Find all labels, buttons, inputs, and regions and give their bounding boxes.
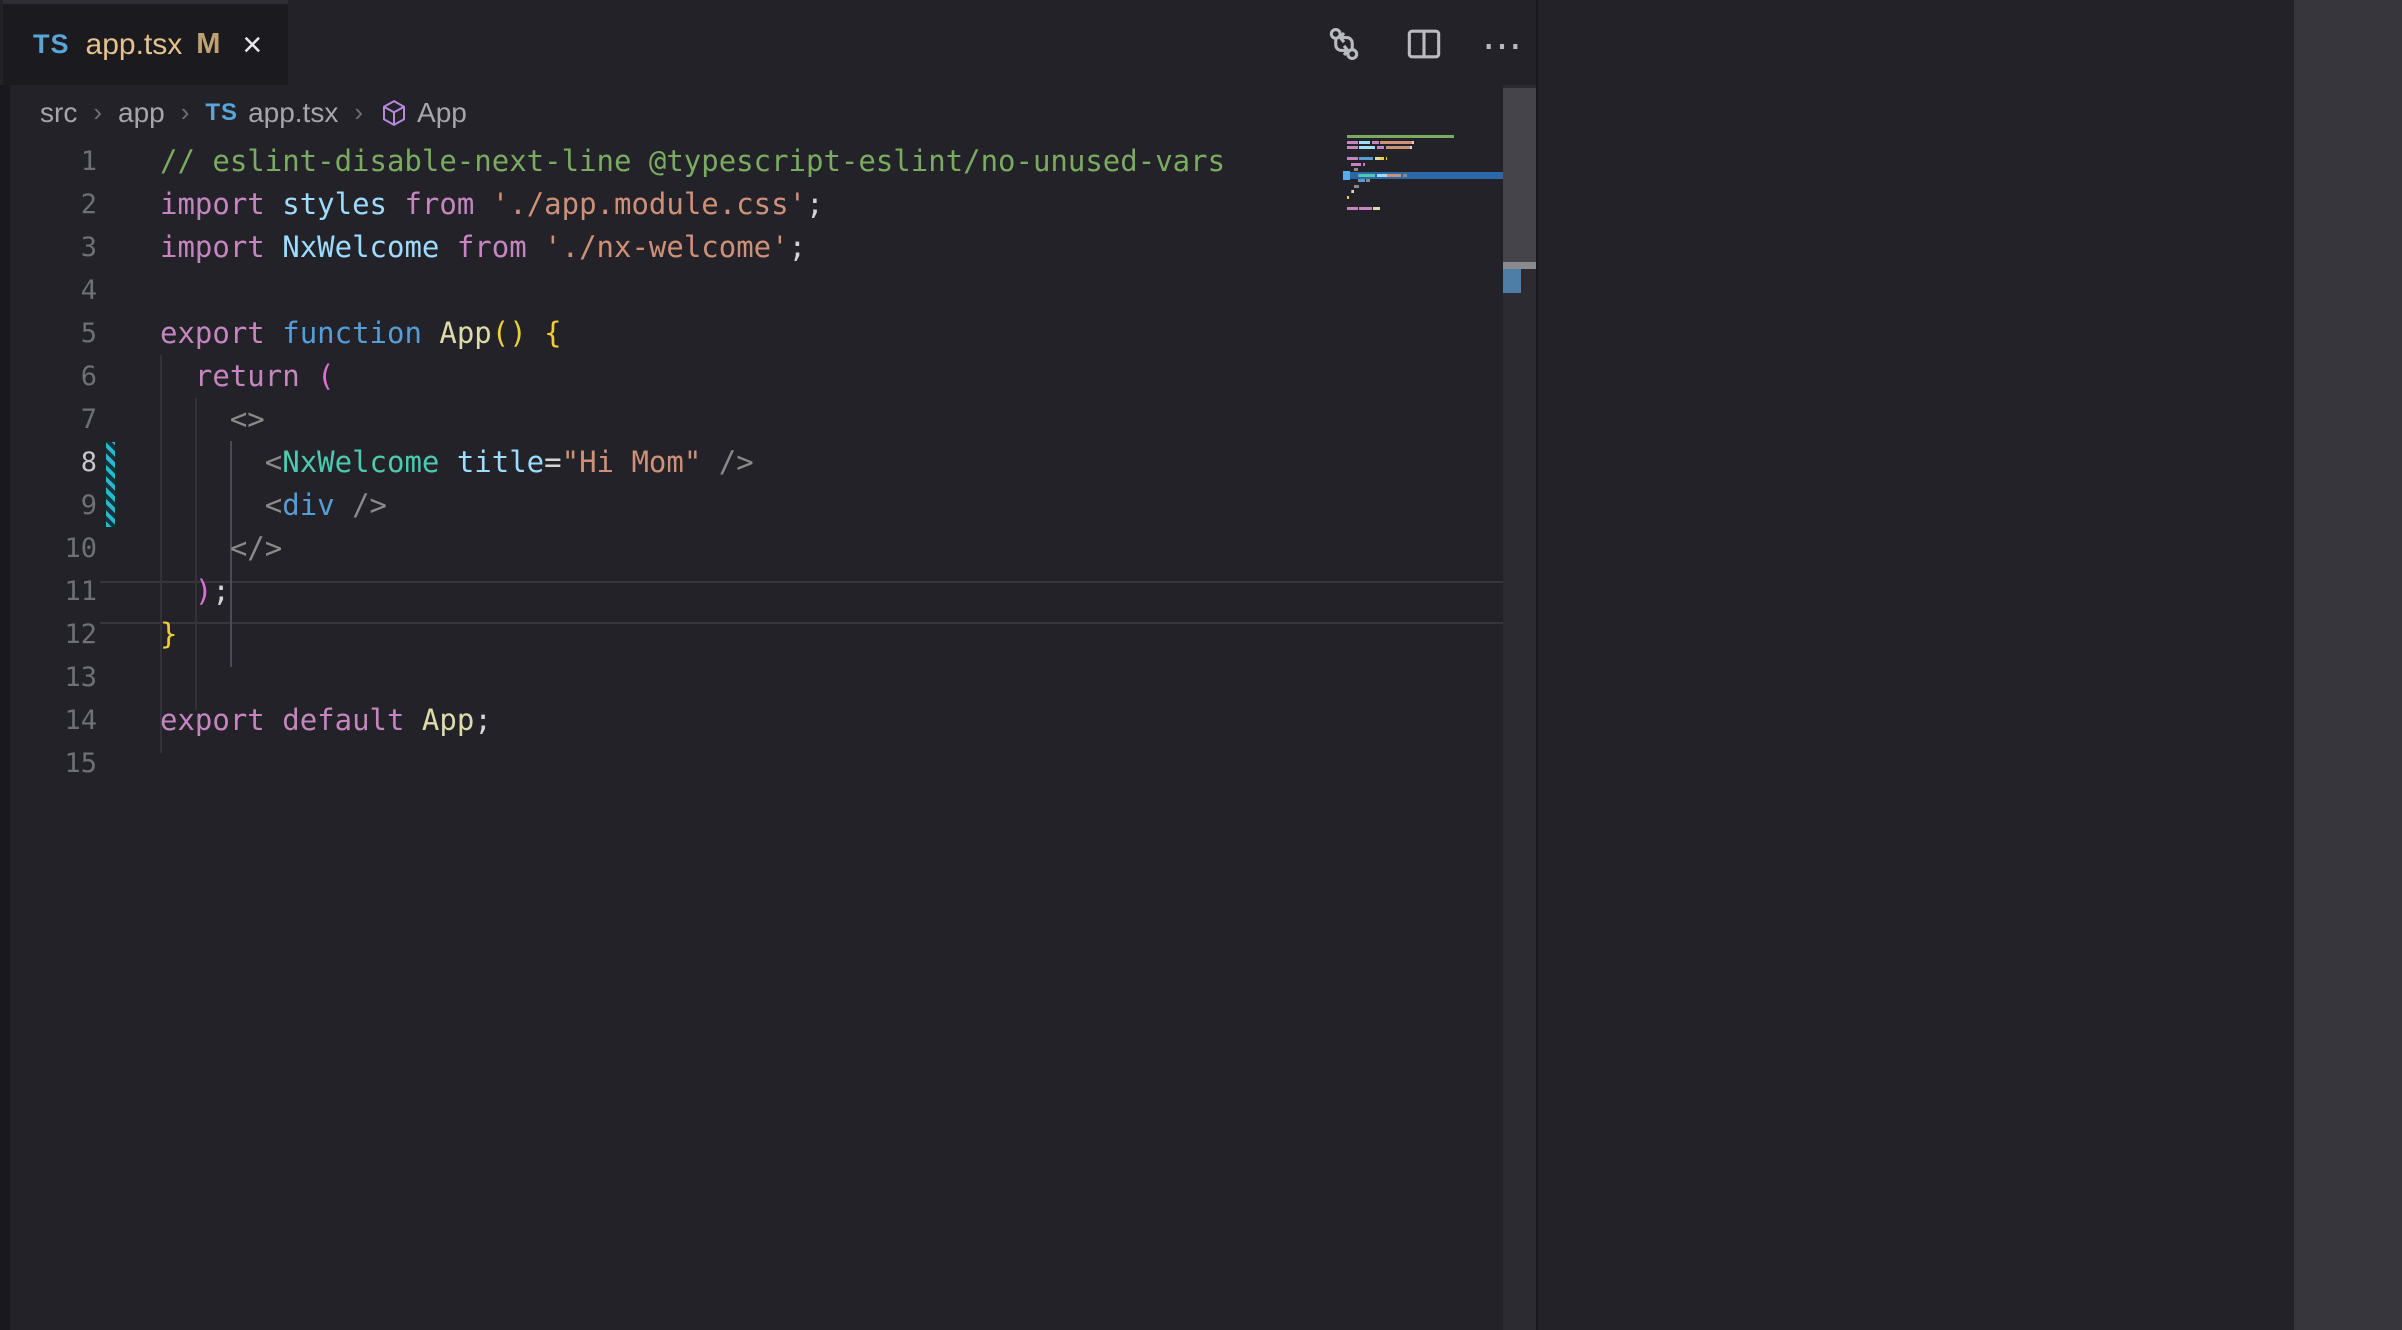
minimap-line — [1347, 207, 1380, 211]
minimap-line — [1347, 168, 1358, 172]
breadcrumb-separator-icon: › — [181, 97, 190, 128]
breadcrumb-symbol[interactable]: App — [417, 97, 467, 129]
tab-modified-badge: M — [196, 28, 220, 61]
breadcrumb-app[interactable]: app — [118, 97, 165, 129]
breadcrumb-separator-icon: › — [93, 97, 102, 128]
overview-ruler-cursor-marker — [1503, 262, 1536, 269]
code-line-13: 13 — [0, 656, 1536, 699]
minimap-line — [1347, 185, 1359, 189]
minimap-line — [1347, 174, 1407, 178]
code-line-5: 5export function App() { — [0, 312, 1536, 355]
minimap-line — [1347, 190, 1354, 194]
activity-bar: 2 1 N≥ 1 — [2294, 0, 2402, 1330]
code-line-1: 1// eslint-disable-next-line @typescript… — [0, 140, 1536, 183]
typescript-file-icon: TS — [205, 99, 238, 127]
code-line-11: 11 ); — [0, 570, 1536, 613]
code-line-15: 15 — [0, 742, 1536, 785]
breadcrumb: src › app › TS app.tsx › App — [0, 85, 1536, 140]
minimap-line — [1347, 157, 1387, 161]
split-editor-icon[interactable] — [1402, 22, 1446, 71]
code-line-12: 12} — [0, 613, 1536, 656]
code-line-9: 9 <div /> — [0, 484, 1536, 527]
git-modified-gutter-marker — [106, 442, 115, 527]
code-editor[interactable]: 1// eslint-disable-next-line @typescript… — [0, 140, 1536, 1330]
vscode-window: TS app.tsx M × ⋯ src › app › TS app.tsx … — [0, 0, 2402, 1330]
code-line-3: 3import NxWelcome from './nx-welcome'; — [0, 226, 1536, 269]
minimap-line — [1347, 196, 1349, 200]
tab-app-tsx[interactable]: TS app.tsx M × — [3, 0, 288, 85]
editor-toolbar: ⋯ — [1322, 18, 1536, 74]
symbol-cube-icon — [379, 98, 409, 128]
minimap-line — [1347, 179, 1370, 183]
window-left-edge — [0, 85, 10, 1330]
typescript-file-icon: TS — [33, 29, 70, 60]
more-actions-icon[interactable]: ⋯ — [1482, 36, 1525, 56]
tab-bar: TS app.tsx M × ⋯ — [0, 0, 1536, 85]
open-changes-icon[interactable] — [1322, 22, 1366, 71]
code-line-10: 10 </> — [0, 527, 1536, 570]
code-line-14: 14export default App; — [0, 699, 1536, 742]
breadcrumb-separator-icon: › — [354, 97, 363, 128]
minimap-line — [1347, 163, 1365, 167]
tab-filename: app.tsx — [86, 28, 183, 62]
code-line-4: 4 — [0, 269, 1536, 312]
minimap-line — [1347, 141, 1414, 145]
code-line-2: 2import styles from './app.module.css'; — [0, 183, 1536, 226]
nx-console-panel: NX CONSOLE ⋯ PROJECTS NX CLOUD REMOTE CA… — [1536, 0, 2294, 1330]
code-line-6: 6 return ( — [0, 355, 1536, 398]
breadcrumb-src[interactable]: src — [40, 97, 77, 129]
code-line-8: 8 <NxWelcome title="Hi Mom" /> — [0, 441, 1536, 484]
overview-ruler-modified-marker — [1503, 269, 1521, 293]
minimap[interactable] — [1343, 130, 1503, 890]
minimap-line — [1347, 135, 1454, 139]
minimap-line — [1347, 146, 1412, 150]
tab-close-icon[interactable]: × — [242, 28, 262, 62]
breadcrumb-file[interactable]: app.tsx — [248, 97, 338, 129]
code-line-7: 7 <> — [0, 398, 1536, 441]
scrollbar-thumb[interactable] — [1503, 88, 1536, 263]
